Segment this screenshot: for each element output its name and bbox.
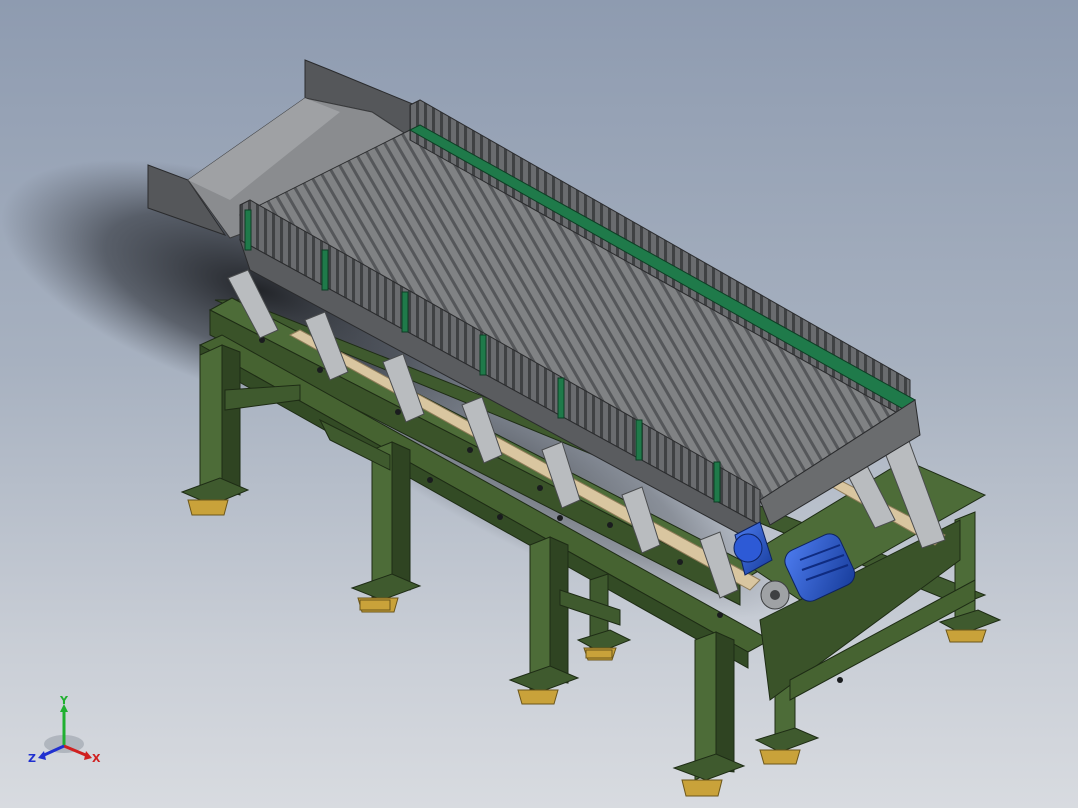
- gearbox-flange: [733, 533, 763, 563]
- coordinate-triad[interactable]: Y X Z: [26, 694, 106, 774]
- leg-3: [508, 536, 580, 705]
- conveyor-model[interactable]: [0, 0, 1078, 808]
- triad-y-label: Y: [59, 694, 69, 707]
- leg-4: [672, 631, 746, 797]
- triad-graphic: Y X Z: [28, 694, 101, 765]
- triad-z-label: Z: [28, 752, 36, 765]
- model-viewport[interactable]: Y X Z: [0, 0, 1078, 808]
- triad-x-label: X: [92, 752, 101, 765]
- leg-6: [754, 681, 820, 765]
- drive-pulley-hub: [770, 590, 780, 600]
